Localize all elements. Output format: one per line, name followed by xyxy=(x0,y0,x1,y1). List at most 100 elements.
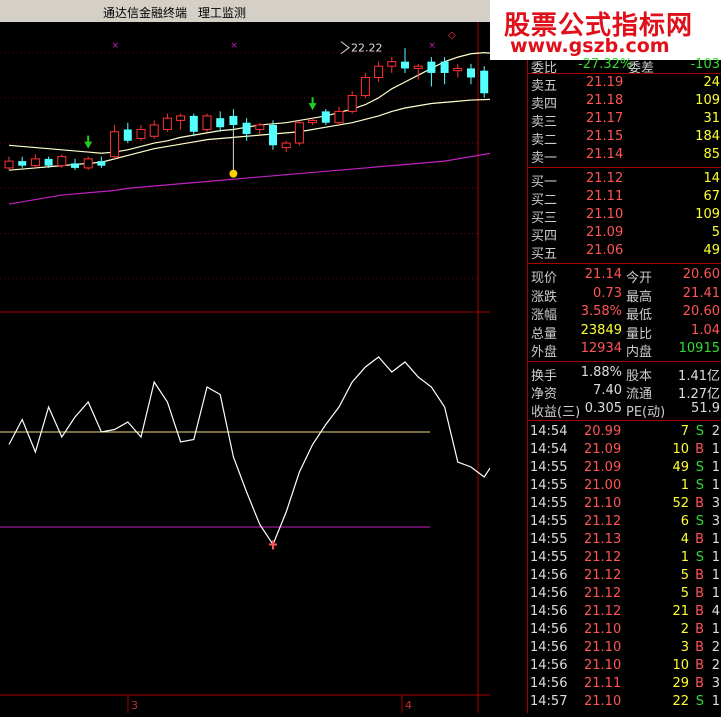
candle-body-up xyxy=(57,156,67,167)
tick-price: 21.12 xyxy=(584,585,622,601)
candle-body-down xyxy=(401,61,409,69)
candle-body-up xyxy=(149,124,159,137)
diamond-icon: ◇ xyxy=(448,30,456,41)
tick-side: S xyxy=(695,423,704,439)
tick-time: 14:55 xyxy=(530,513,568,529)
tick-price: 21.10 xyxy=(584,495,622,511)
separator xyxy=(528,419,721,421)
watermark-banner: 股票公式指标网 www.gszb.com xyxy=(490,0,721,60)
fundamental-row: 收益(三) 0.305 PE(动) 51.9 xyxy=(528,400,721,420)
tick-row: 14:55 21.13 4 B 1 xyxy=(528,531,721,549)
quote-value: 23849 xyxy=(580,322,622,338)
candle-body-up xyxy=(413,65,423,69)
order-diff-value: -103 xyxy=(690,57,720,72)
tick-row: 14:56 21.12 5 B 1 xyxy=(528,567,721,585)
candle-body-up xyxy=(360,76,370,97)
tick-side: S xyxy=(695,477,704,493)
tick-row: 14:55 21.09 49 S 1 xyxy=(528,459,721,477)
tick-count: 2 xyxy=(711,657,720,673)
osc-low-marker-icon xyxy=(269,540,277,550)
candle-body-down xyxy=(216,118,225,128)
candle-body-up xyxy=(387,61,397,67)
candle-body-down xyxy=(44,158,53,166)
bid-price: 21.09 xyxy=(586,225,624,240)
tick-row: 14:54 20.99 7 S 2 xyxy=(528,423,721,441)
quote-label: 涨幅 xyxy=(531,308,558,323)
tick-volume: 5 xyxy=(680,567,689,583)
tick-side: B xyxy=(695,639,704,655)
tick-count: 1 xyxy=(711,567,720,583)
tick-side: S xyxy=(695,459,704,475)
tick-side: B xyxy=(695,441,704,457)
candle-body-up xyxy=(374,65,384,78)
kline-chart[interactable]: 22.0020.0018.0016.0014.0012.0022.22×××◇2… xyxy=(0,22,529,713)
tick-time: 14:56 xyxy=(530,585,568,601)
candle-body-up xyxy=(176,115,186,121)
tick-price: 21.10 xyxy=(584,657,622,673)
tick-count: 1 xyxy=(711,459,720,475)
ask-volume: 109 xyxy=(695,93,720,108)
tick-volume: 10 xyxy=(672,441,689,457)
quote-value: 10915 xyxy=(678,341,720,356)
tick-time: 14:55 xyxy=(530,549,568,565)
tick-price: 21.12 xyxy=(584,567,622,583)
tick-row: 14:55 21.12 1 S 1 xyxy=(528,549,721,567)
tick-volume: 52 xyxy=(672,495,689,511)
tick-side: B xyxy=(695,603,704,619)
tick-count: 1 xyxy=(711,621,720,637)
tick-price: 21.10 xyxy=(584,693,622,709)
separator xyxy=(528,167,721,168)
tick-time: 14:56 xyxy=(530,603,568,619)
quote-value: 1.04 xyxy=(691,322,720,338)
tick-time: 14:55 xyxy=(530,531,568,547)
bid-price: 21.12 xyxy=(586,171,624,186)
tick-volume: 3 xyxy=(680,639,689,655)
candle-body-up xyxy=(110,131,120,158)
tick-price: 21.12 xyxy=(584,549,622,565)
candle-body-up xyxy=(281,142,291,149)
tick-time: 14:56 xyxy=(530,657,568,673)
tick-row: 14:54 21.09 10 B 1 xyxy=(528,441,721,459)
bid-volume: 14 xyxy=(703,171,720,186)
ask-volume: 31 xyxy=(703,111,720,126)
candle-body-up xyxy=(347,95,357,112)
ask-price: 21.17 xyxy=(586,111,624,126)
quote-row: 涨幅 3.58% 最低 20.60 xyxy=(528,303,721,323)
bid-price: 21.10 xyxy=(586,207,624,222)
candle-body-down xyxy=(467,68,475,78)
tick-time: 14:56 xyxy=(530,639,568,655)
ask-label: 卖一 xyxy=(531,151,558,166)
tick-volume: 7 xyxy=(680,423,689,439)
ask-row: 卖四 21.18 109 xyxy=(528,92,721,112)
tick-volume: 1 xyxy=(680,477,689,493)
bid-row: 买四 21.09 5 xyxy=(528,224,721,244)
tick-row: 14:56 21.12 21 B 4 xyxy=(528,603,721,621)
candle-body-up xyxy=(83,158,93,169)
candle-body-down xyxy=(440,61,449,73)
tick-count: 1 xyxy=(711,477,720,493)
tick-side: B xyxy=(695,567,704,583)
candle-body-up xyxy=(334,110,344,124)
quote-value: 21.41 xyxy=(682,285,720,301)
chart-panel[interactable]: 22.0020.0018.0016.0014.0012.0022.22×××◇2… xyxy=(0,22,529,713)
bid-price: 21.11 xyxy=(586,189,624,204)
fundamental-value: 0.305 xyxy=(584,400,622,416)
tick-price: 20.99 xyxy=(584,423,622,439)
time-tick-label: 4 xyxy=(405,699,412,712)
tick-row: 14:56 21.10 3 B 2 xyxy=(528,639,721,657)
tick-price: 21.12 xyxy=(584,603,622,619)
ask-price: 21.19 xyxy=(586,75,624,90)
tick-price: 21.12 xyxy=(584,513,622,529)
bid-row: 买一 21.12 14 xyxy=(528,170,721,190)
tick-time: 14:55 xyxy=(530,495,568,511)
tick-price: 21.09 xyxy=(584,441,622,457)
tick-volume: 21 xyxy=(672,603,689,619)
bid-row: 买三 21.10 109 xyxy=(528,206,721,226)
tick-volume: 1 xyxy=(680,549,689,565)
ask-volume: 85 xyxy=(703,147,720,162)
time-tick-label: 3 xyxy=(131,699,138,712)
tick-side: B xyxy=(695,675,704,691)
tick-count: 3 xyxy=(711,675,720,691)
quote-row: 现价 21.14 今开 20.60 xyxy=(528,266,721,286)
tick-price: 21.00 xyxy=(584,477,622,493)
